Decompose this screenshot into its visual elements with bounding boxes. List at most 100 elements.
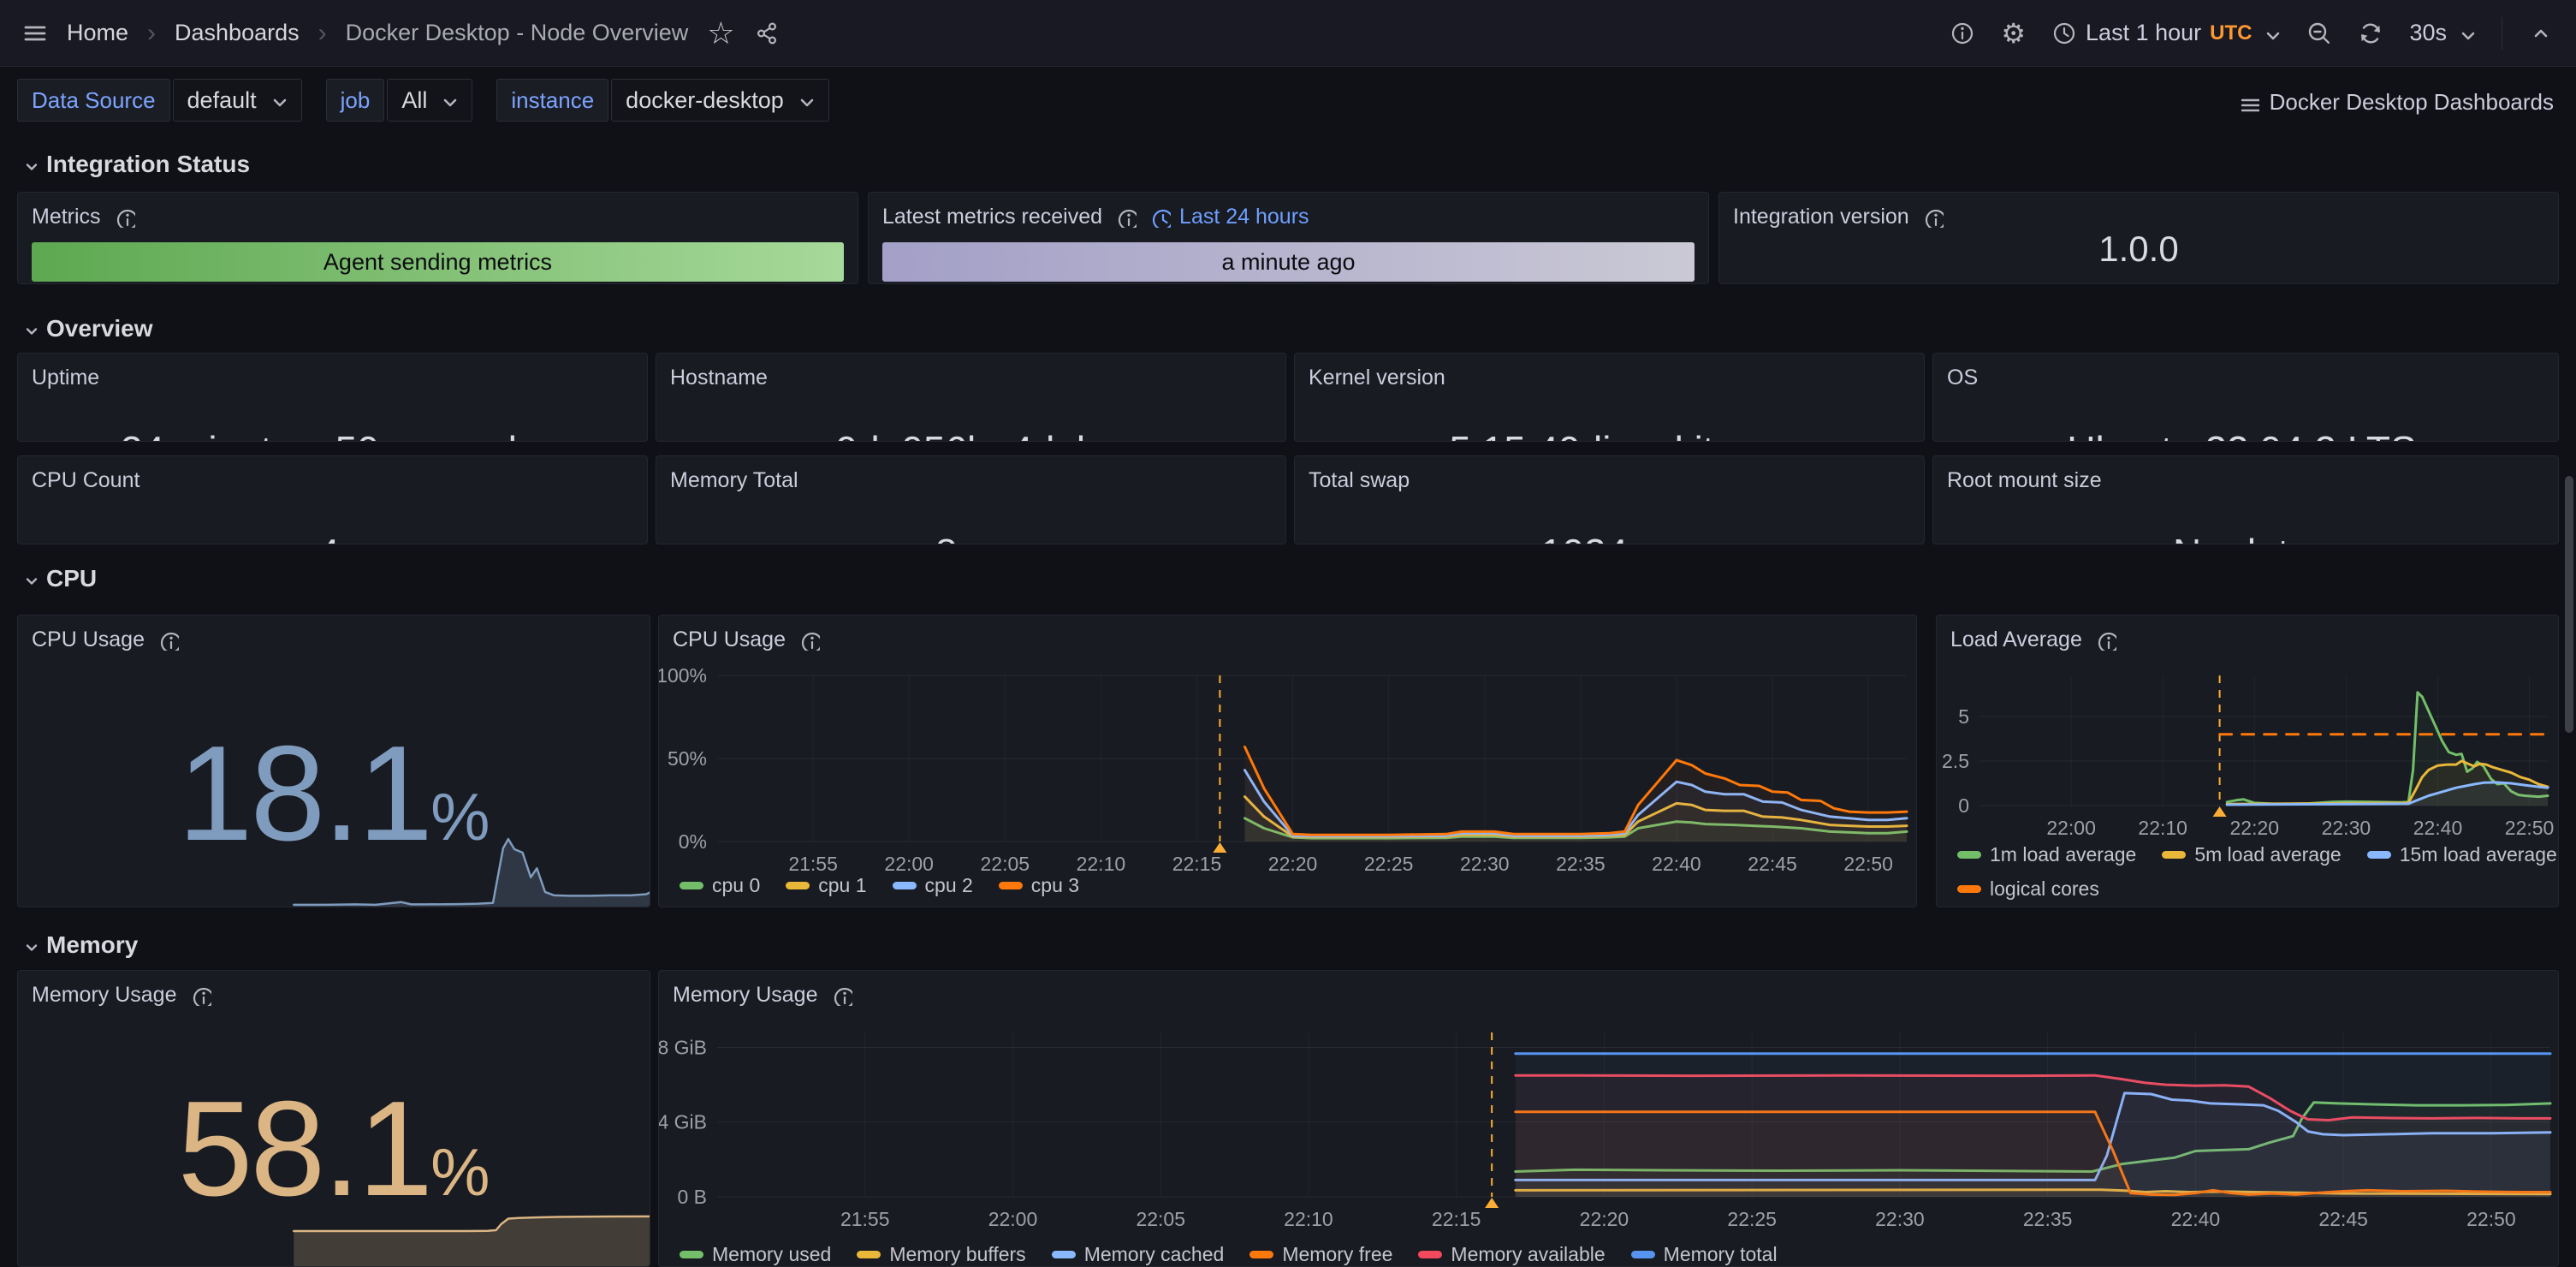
- star-icon[interactable]: ☆: [707, 18, 734, 49]
- variable-label-datasource[interactable]: Data Source: [17, 79, 170, 122]
- svg-text:22:40: 22:40: [2413, 817, 2463, 839]
- info-icon[interactable]: [1116, 207, 1137, 228]
- section-cpu[interactable]: CPU: [19, 565, 97, 592]
- legend-item[interactable]: cpu 0: [680, 874, 760, 897]
- legend-label: cpu 0: [712, 874, 760, 897]
- section-integration-status[interactable]: Integration Status: [19, 151, 250, 178]
- panel-title-uptime[interactable]: Uptime: [32, 366, 99, 390]
- panel-title-cpu-usage-timeseries[interactable]: CPU Usage: [673, 628, 820, 652]
- dashboard-variables: Data Source default job All instance doc…: [17, 79, 829, 122]
- breadcrumb-current-dashboard: Docker Desktop - Node Overview: [346, 20, 689, 46]
- legend-swatch: [1052, 1251, 1076, 1258]
- variable-dropdown-instance[interactable]: docker-desktop: [611, 79, 829, 122]
- variable-dropdown-job[interactable]: All: [387, 79, 472, 122]
- svg-text:22:50: 22:50: [1843, 853, 1893, 875]
- info-icon[interactable]: [2096, 630, 2116, 651]
- panel-title-cpu-count[interactable]: CPU Count: [32, 468, 139, 493]
- time-range-picker[interactable]: Last 1 hour UTC: [2051, 20, 2281, 46]
- panel-title-root-mount-size[interactable]: Root mount size: [1947, 468, 2102, 493]
- info-icon[interactable]: [799, 630, 820, 651]
- panel-metrics: Metrics Agent sending metrics: [17, 192, 858, 284]
- legend-swatch: [1957, 885, 1981, 893]
- info-icon[interactable]: [1923, 207, 1944, 228]
- legend-item[interactable]: Memory total: [1631, 1243, 1778, 1266]
- legend-item[interactable]: logical cores: [1957, 877, 2099, 901]
- gear-icon[interactable]: ⚙: [2001, 20, 2026, 47]
- legend-item[interactable]: Memory cached: [1052, 1243, 1225, 1266]
- legend-item[interactable]: Memory free: [1249, 1243, 1392, 1266]
- dashboards-list-link[interactable]: Docker Desktop Dashboards: [2239, 89, 2554, 116]
- variable-label-job[interactable]: job: [326, 79, 385, 122]
- info-icon[interactable]: [832, 985, 852, 1006]
- panel-title-total-swap[interactable]: Total swap: [1309, 468, 1410, 493]
- dashboards-list-label: Docker Desktop Dashboards: [2270, 89, 2554, 116]
- refresh-button[interactable]: [2358, 21, 2383, 46]
- stat-number: 58.1: [178, 1072, 431, 1227]
- section-memory[interactable]: Memory: [19, 931, 138, 959]
- svg-text:22:25: 22:25: [1364, 853, 1414, 875]
- panel-title-memory-usage-stat[interactable]: Memory Usage: [32, 983, 211, 1008]
- legend-swatch: [1249, 1251, 1273, 1258]
- hostname-value: 9de056be4deb: [836, 427, 1099, 442]
- svg-text:22:45: 22:45: [1748, 853, 1797, 875]
- panel-title-integration-version[interactable]: Integration version: [1733, 205, 1944, 229]
- legend-item[interactable]: cpu 2: [893, 874, 973, 897]
- panel-latest-metrics: Latest metrics received Last 24 hours a …: [868, 192, 1709, 284]
- scrollbar-thumb[interactable]: [2565, 476, 2573, 733]
- panel-title-latest-metrics[interactable]: Latest metrics received Last 24 hours: [882, 205, 1309, 229]
- variable-label-instance[interactable]: instance: [496, 79, 608, 122]
- svg-text:22:40: 22:40: [1652, 853, 1701, 875]
- panel-uptime: Uptime 34 minutes, 50 seconds: [17, 353, 648, 442]
- legend-label: Memory used: [712, 1243, 831, 1266]
- panel-title-os[interactable]: OS: [1947, 366, 1978, 390]
- legend-item[interactable]: 1m load average: [1957, 843, 2136, 866]
- variable-dropdown-datasource[interactable]: default: [173, 79, 302, 122]
- collapse-nav-button[interactable]: [2528, 21, 2554, 46]
- panel-title-kernel-version[interactable]: Kernel version: [1309, 366, 1445, 390]
- last-24-hours-link[interactable]: Last 24 hours: [1150, 205, 1309, 229]
- kernel-version-value: 5.15.49-linuxkit-pr: [1449, 427, 1762, 442]
- share-button[interactable]: [754, 21, 780, 46]
- legend-item[interactable]: 15m load average: [2367, 843, 2557, 866]
- cpu-usage-chart[interactable]: 21:5522:0022:0522:1022:1522:2022:2522:30…: [659, 616, 1917, 907]
- svg-text:0%: 0%: [679, 830, 707, 853]
- variable-value: docker-desktop: [626, 87, 784, 114]
- panel-title-text: CPU Count: [32, 468, 139, 493]
- panel-title-hostname[interactable]: Hostname: [670, 366, 768, 390]
- chevron-down-icon: [437, 90, 458, 110]
- info-icon[interactable]: [158, 630, 179, 651]
- legend-item[interactable]: Memory used: [680, 1243, 831, 1266]
- refresh-interval-dropdown[interactable]: 30s: [2409, 20, 2476, 46]
- section-overview[interactable]: Overview: [19, 315, 153, 342]
- panel-title-text: CPU Usage: [673, 628, 786, 652]
- dashboard-info-button[interactable]: [1950, 21, 1975, 46]
- panel-title-text: OS: [1947, 366, 1978, 390]
- breadcrumb-dashboards[interactable]: Dashboards: [175, 20, 300, 46]
- svg-text:22:05: 22:05: [981, 853, 1030, 875]
- legend-swatch: [680, 1251, 703, 1258]
- info-icon[interactable]: [191, 985, 211, 1006]
- legend-item[interactable]: cpu 1: [786, 874, 866, 897]
- legend-item[interactable]: 5m load average: [2162, 843, 2341, 866]
- legend-item[interactable]: cpu 3: [999, 874, 1079, 897]
- svg-text:4 GiB: 4 GiB: [659, 1111, 707, 1133]
- menu-toggle-button[interactable]: [22, 21, 48, 46]
- panel-title-text: Memory Usage: [673, 983, 818, 1008]
- panel-title-memory-total[interactable]: Memory Total: [670, 468, 798, 493]
- legend-item[interactable]: Memory buffers: [857, 1243, 1025, 1266]
- chevron-down-icon: [19, 318, 39, 339]
- memory-usage-stat-value: 58.1 %: [18, 971, 650, 1266]
- panel-title-memory-usage-timeseries[interactable]: Memory Usage: [673, 983, 852, 1008]
- memory-usage-chart[interactable]: 21:5522:0022:0522:1022:1522:2022:2522:30…: [659, 971, 2559, 1267]
- legend-item[interactable]: Memory available: [1418, 1243, 1605, 1266]
- breadcrumb-home[interactable]: Home: [67, 20, 128, 46]
- chevron-up-icon: [2528, 21, 2554, 46]
- panel-total-swap: Total swap 1024MiB: [1294, 455, 1925, 544]
- panel-title-load-average[interactable]: Load Average: [1950, 628, 2116, 652]
- panel-title-cpu-usage-stat[interactable]: CPU Usage: [32, 628, 179, 652]
- panel-memory-usage-stat: Memory Usage 58.1 %: [17, 970, 650, 1267]
- info-icon[interactable]: [115, 207, 135, 228]
- zoom-out-time-button[interactable]: [2306, 21, 2332, 46]
- panel-title-metrics[interactable]: Metrics: [32, 205, 135, 229]
- legend-label: 5m load average: [2194, 843, 2341, 866]
